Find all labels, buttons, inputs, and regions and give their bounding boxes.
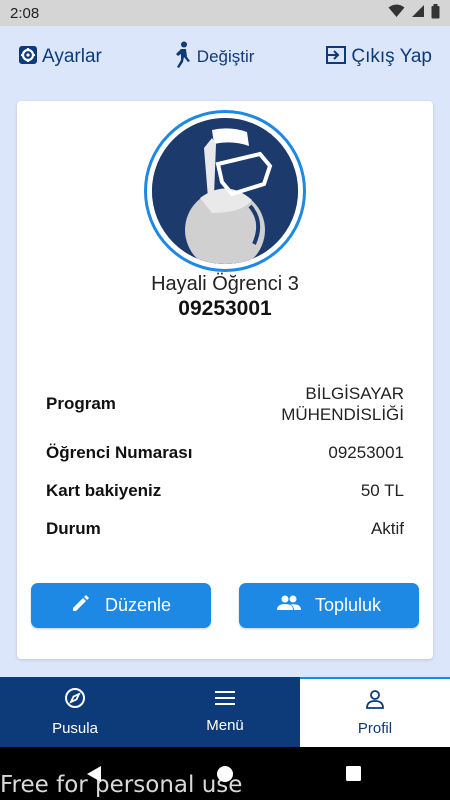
status-bar: 2:08 <box>0 0 450 26</box>
profile-card: Hayali Öğrenci 3 09253001 Program BİLGİS… <box>17 101 433 659</box>
info-row-status: Durum Aktif <box>46 519 404 539</box>
person-icon <box>365 689 385 714</box>
watermark-text: Free for personal use <box>0 772 243 798</box>
switch-label: Değiştir <box>196 47 255 66</box>
compass-icon <box>64 687 86 714</box>
logout-button[interactable]: Çıkış Yap <box>325 45 432 70</box>
settings-button[interactable]: Ayarlar <box>18 45 102 70</box>
edit-button[interactable]: Düzenle <box>31 583 211 628</box>
walking-person-icon <box>173 41 193 74</box>
info-row-card-balance: Kart bakiyeniz 50 TL <box>46 481 404 501</box>
top-actions: Ayarlar Değiştir Çıkış Yap <box>0 40 450 74</box>
logout-label: Çıkış Yap <box>351 46 432 67</box>
student-number-value: 09253001 <box>328 443 404 462</box>
avatar[interactable] <box>152 118 298 264</box>
pencil-icon <box>71 593 91 618</box>
student-number-key: Öğrenci Numarası <box>46 443 193 462</box>
program-key: Program <box>46 394 116 413</box>
program-value-line2: MÜHENDİSLİĞİ <box>281 405 404 424</box>
card-balance-value: 50 TL <box>360 481 404 500</box>
logout-icon <box>325 45 347 70</box>
community-button-label: Topluluk <box>314 595 382 615</box>
nav-label-profil: Profil <box>357 720 393 737</box>
nav-item-profil[interactable]: Profil <box>300 677 450 747</box>
card-balance-key: Kart bakiyeniz <box>46 481 162 500</box>
edit-button-label: Düzenle <box>104 595 172 615</box>
status-time: 2:08 <box>10 4 40 22</box>
info-row-student-number: Öğrenci Numarası 09253001 <box>46 443 404 463</box>
community-button[interactable]: Topluluk <box>239 583 419 628</box>
program-value: BİLGİSAYAR MÜHENDİSLİĞİ <box>281 383 404 425</box>
avatar-frame <box>144 110 306 272</box>
switch-button[interactable]: Değiştir <box>173 41 255 74</box>
signal-icon <box>411 4 425 22</box>
status-icons <box>388 3 440 23</box>
status-value: Aktif <box>370 519 404 538</box>
program-value-line1: BİLGİSAYAR <box>305 384 404 403</box>
settings-label: Ayarlar <box>42 46 102 67</box>
gear-icon <box>18 45 38 70</box>
wifi-icon <box>388 4 405 22</box>
info-row-program: Program BİLGİSAYAR MÜHENDİSLİĞİ <box>46 383 404 425</box>
recents-icon[interactable] <box>346 766 361 786</box>
group-icon <box>276 595 301 616</box>
nav-item-menu[interactable]: Menü <box>150 677 300 747</box>
nav-label-menu: Menü <box>206 717 244 734</box>
status-key: Durum <box>46 519 101 538</box>
nav-label-pusula: Pusula <box>52 720 98 737</box>
bottom-nav: Pusula Menü Profil <box>0 677 450 747</box>
student-number: 09253001 <box>178 297 272 320</box>
menu-icon <box>215 690 235 711</box>
nav-item-pusula[interactable]: Pusula <box>0 677 150 747</box>
student-name: Hayali Öğrenci 3 <box>151 273 299 295</box>
battery-icon <box>431 3 440 23</box>
university-logo-icon <box>152 118 298 264</box>
